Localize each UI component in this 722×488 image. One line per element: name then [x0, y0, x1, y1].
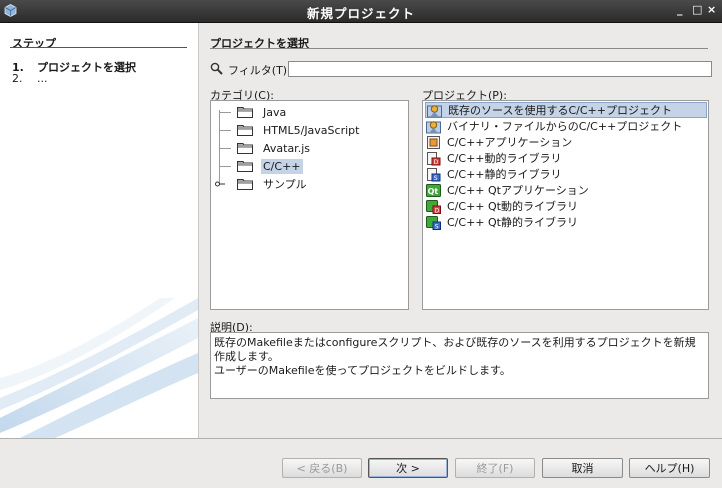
steps-sidebar: ステップ 1. プロジェクトを選択 2....	[0, 23, 199, 438]
tree-item-label: HTML5/JavaScript	[263, 123, 360, 137]
maximize-icon[interactable]: □	[692, 3, 702, 16]
minimize-icon[interactable]: _	[677, 3, 683, 16]
expand-handle-icon[interactable]	[215, 181, 225, 187]
svg-text:Qt: Qt	[428, 187, 439, 196]
back-button[interactable]: < 戻る(B)	[282, 458, 362, 478]
project-item-qt-app[interactable]: Qt C/C++ Qtアプリケーション	[425, 182, 707, 198]
next-button[interactable]: 次 >	[368, 458, 448, 478]
tree-item-avatarjs[interactable]: Avatar.js	[211, 140, 312, 156]
qt-dynamic-lib-icon: D	[426, 199, 441, 214]
dynamic-lib-icon: D	[427, 151, 441, 166]
svg-text:S: S	[435, 223, 439, 230]
app-icon	[427, 135, 440, 149]
filter-label: フィルタ(T):	[228, 64, 291, 77]
project-item-dynamic-lib[interactable]: D C/C++動的ライブラリ	[425, 150, 707, 166]
static-lib-icon: S	[427, 167, 441, 182]
project-list[interactable]: 既存のソースを使用するC/C++プロジェクト バイナリ・ファイルからのC/C++…	[422, 100, 709, 310]
tree-item-html5[interactable]: HTML5/JavaScript	[211, 122, 361, 138]
project-item-label: 既存のソースを使用するC/C++プロジェクト	[448, 104, 672, 117]
project-item-label: C/C++動的ライブラリ	[447, 152, 562, 165]
step-item: 2....	[12, 72, 48, 85]
tree-item-label: C/C++	[261, 158, 303, 174]
search-icon	[210, 62, 223, 75]
folder-icon	[237, 125, 253, 136]
svg-text:D: D	[435, 207, 440, 214]
tree-item-label: サンプル	[263, 178, 307, 191]
project-item-label: C/C++静的ライブラリ	[447, 168, 562, 181]
qt-static-lib-icon: S	[426, 215, 441, 230]
description-line: ユーザーのMakefileを使ってプロジェクトをビルドします。	[214, 364, 511, 377]
svg-text:S: S	[434, 175, 438, 182]
project-item-app[interactable]: C/C++アプリケーション	[425, 134, 707, 150]
project-item-existing-sources[interactable]: 既存のソースを使用するC/C++プロジェクト	[425, 102, 707, 118]
tree-item-label: Java	[263, 105, 287, 119]
project-item-static-lib[interactable]: S C/C++静的ライブラリ	[425, 166, 707, 182]
binary-project-icon	[426, 120, 441, 133]
tree-item-samples[interactable]: サンプル	[211, 176, 309, 192]
description-line: 既存のMakefileまたはconfigureスクリプト、および既存のソースを利…	[214, 336, 696, 363]
project-item-label: C/C++ Qtアプリケーション	[447, 184, 589, 197]
project-item-qt-dynamic-lib[interactable]: D C/C++ Qt動的ライブラリ	[425, 198, 707, 214]
tree-item-cpp[interactable]: C/C++	[211, 158, 303, 174]
title-bar: 新規プロジェクト _ □ ×	[0, 0, 722, 23]
svg-text:D: D	[434, 159, 439, 166]
steps-divider	[10, 47, 187, 48]
folder-icon	[237, 161, 253, 172]
steps-header: ステップ	[12, 37, 56, 50]
step-number: 2.	[12, 72, 23, 85]
project-item-label: C/C++ Qt動的ライブラリ	[447, 200, 578, 213]
close-icon[interactable]: ×	[707, 3, 716, 16]
description-text: 既存のMakefileまたはconfigureスクリプト、および既存のソースを利…	[214, 336, 704, 378]
button-bar-divider	[0, 438, 722, 439]
finish-button[interactable]: 終了(F)	[455, 458, 535, 478]
decorative-swoosh-graphic	[0, 298, 198, 438]
step-label: ...	[37, 72, 48, 85]
project-item-label: バイナリ・ファイルからのC/C++プロジェクト	[447, 120, 683, 133]
filter-input[interactable]	[288, 61, 712, 77]
step-label: プロジェクトを選択	[37, 61, 136, 74]
folder-icon	[237, 179, 253, 190]
window-title: 新規プロジェクト	[306, 6, 415, 21]
section-divider	[210, 48, 708, 49]
project-item-binary[interactable]: バイナリ・ファイルからのC/C++プロジェクト	[425, 118, 707, 134]
cancel-button[interactable]: 取消	[542, 458, 623, 478]
qt-app-icon: Qt	[426, 183, 441, 197]
description-area: 既存のMakefileまたはconfigureスクリプト、および既存のソースを利…	[210, 332, 709, 399]
project-item-label: C/C++ Qt静的ライブラリ	[447, 216, 578, 229]
help-button[interactable]: ヘルプ(H)	[629, 458, 710, 478]
category-tree[interactable]: Java HTML5/JavaScript Avatar.js C/C++ サン…	[210, 100, 409, 310]
tree-item-java[interactable]: Java	[211, 104, 288, 120]
project-item-qt-static-lib[interactable]: S C/C++ Qt静的ライブラリ	[425, 214, 707, 230]
main-panel: プロジェクトを選択 フィルタ(T): カテゴリ(C): プロジェクト(P): J…	[200, 23, 722, 438]
folder-icon	[237, 107, 253, 118]
folder-icon	[237, 143, 253, 154]
project-item-label: C/C++アプリケーション	[447, 136, 573, 149]
tree-item-label: Avatar.js	[263, 141, 310, 155]
source-project-icon	[427, 104, 442, 117]
